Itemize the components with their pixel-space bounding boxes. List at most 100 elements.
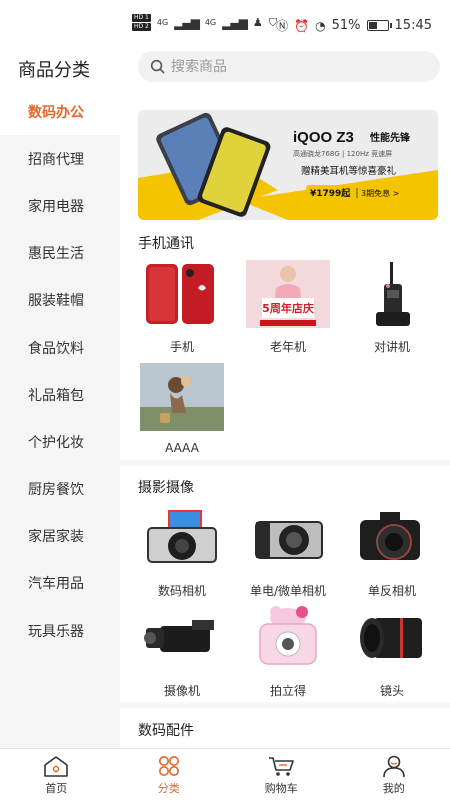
- banner-tagline: 性能先锋: [369, 131, 411, 144]
- sidebar-item-label: 玩具乐器: [28, 623, 84, 640]
- category-item-label: 数码相机: [157, 584, 206, 598]
- clock: 15:45: [394, 18, 432, 33]
- sidebar-item-label: 家用电器: [28, 198, 84, 215]
- sidebar-item-cosmetics[interactable]: 个护化妆: [0, 418, 120, 465]
- promo-banner[interactable]: iQOO Z3 性能先锋 高通骁龙768G | 120Hz 竞速屏 赠精美耳机等…: [138, 110, 438, 220]
- banner-gift: 赠精美耳机等惊喜豪礼: [301, 165, 397, 177]
- banner-price: ¥1799起: [310, 187, 351, 199]
- tab-profile[interactable]: 我的: [338, 749, 450, 800]
- category-item-label: 拍立得: [269, 684, 306, 698]
- category-item-dslr-camera[interactable]: 单反相机: [342, 504, 442, 599]
- signal-icon: ▂▄▆: [174, 15, 200, 30]
- search-bar[interactable]: [138, 51, 440, 82]
- category-item-instant-camera[interactable]: 拍立得: [238, 604, 338, 699]
- sidebar-item-label: 礼品箱包: [28, 387, 84, 404]
- sidebar-item-auto[interactable]: 汽车用品: [0, 560, 120, 607]
- tab-label: 分类: [157, 781, 180, 795]
- banner-spec: 高通骁龙768G | 120Hz 竞速屏: [293, 149, 392, 158]
- category-item-camcorder[interactable]: 摄像机: [132, 604, 232, 699]
- tab-home[interactable]: 首页: [0, 749, 113, 800]
- nfc-icon: Ⓝ: [276, 19, 289, 33]
- sidebar-item-kitchen[interactable]: 厨房餐饮: [0, 466, 120, 513]
- sidebar-item-label: 个护化妆: [28, 434, 84, 451]
- category-item-aaaa[interactable]: AAAA: [132, 363, 232, 455]
- sidebar-item-digital-office[interactable]: 数码办公: [0, 88, 120, 136]
- bottom-tab-bar: 首页 分类 购物车 我的: [0, 748, 450, 800]
- status-bar: HD 1 HD 2 4G ▂▄▆ 4G ▂▄▆ ♟ ⛉ Ⓝ ⏰ ◔ 51% 15…: [0, 0, 450, 48]
- lens-image: [360, 618, 422, 658]
- category-item-label: 手机: [169, 340, 194, 354]
- battery-fill: [368, 22, 378, 29]
- category-item-label: 镜头: [379, 684, 404, 698]
- sidebar-item-label: 服装鞋帽: [28, 293, 84, 310]
- alarm-icon: ⏰: [294, 18, 310, 33]
- wifi-icon: ◔: [315, 18, 326, 33]
- category-item-label: AAAA: [165, 441, 199, 455]
- category-item-phone[interactable]: 手机: [132, 260, 232, 355]
- sidebar-item-appliances[interactable]: 家用电器: [0, 182, 120, 229]
- tab-cart[interactable]: 购物车: [225, 749, 338, 800]
- category-item-label: 对讲机: [373, 340, 410, 354]
- sidebar-item-apparel[interactable]: 服装鞋帽: [0, 277, 120, 324]
- net2-label: 4G: [204, 18, 217, 27]
- banner-installment: 3期免息 >: [361, 188, 399, 198]
- category-item-label: 老年机: [269, 340, 306, 354]
- category-item-label: 摄像机: [163, 684, 200, 698]
- battery-percent: 51%: [331, 18, 361, 33]
- cartoon-image: [140, 363, 224, 431]
- search-icon: [150, 59, 165, 74]
- category-content: iQOO Z3 性能先锋 高通骁龙768G | 120Hz 竞速屏 赠精美耳机等…: [120, 88, 450, 748]
- signal-icon-2: ▂▄▆: [222, 15, 248, 30]
- instant-camera-image: [259, 606, 317, 665]
- network-indicators: HD 1 HD 2 4G ▂▄▆ 4G ▂▄▆ ♟ ⛉: [132, 14, 277, 31]
- section-title-accessories: 数码配件: [138, 723, 194, 739]
- header: 商品分类: [0, 48, 450, 88]
- sidebar-item-home[interactable]: 家居家装: [0, 513, 120, 560]
- category-item-senior-phone[interactable]: 5周年店庆 老年机: [238, 260, 338, 355]
- category-item-walkie-talkie[interactable]: 对讲机: [342, 260, 442, 355]
- digital-camera-image: [147, 510, 217, 563]
- banner-brand: iQOO Z3: [293, 129, 354, 146]
- tab-category[interactable]: 分类: [113, 749, 226, 800]
- home-icon: [44, 755, 69, 777]
- walkie-talkie-image: [376, 262, 410, 326]
- banner-graphic: iQOO Z3 性能先锋 高通骁龙768G | 120Hz 竞速屏 赠精美耳机等…: [138, 110, 438, 220]
- sidebar-item-gifts[interactable]: 礼品箱包: [0, 371, 120, 418]
- category-item-label: 单反相机: [367, 584, 416, 598]
- sidebar-item-label: 招商代理: [28, 151, 84, 168]
- sidebar-item-franchise[interactable]: 招商代理: [0, 135, 120, 182]
- tab-label: 购物车: [264, 781, 298, 795]
- promo-badge-text: 5周年店庆: [262, 301, 314, 315]
- sidebar-item-label: 厨房餐饮: [28, 482, 84, 499]
- net1-label: 4G: [156, 18, 169, 27]
- category-item-digital-camera[interactable]: 数码相机: [132, 504, 232, 599]
- sidebar-item-food[interactable]: 食品饮料: [0, 324, 120, 371]
- sidebar-item-label: 食品饮料: [28, 340, 84, 357]
- search-input[interactable]: [171, 58, 411, 75]
- page-title: 商品分类: [18, 60, 90, 81]
- category-icon: [158, 755, 179, 776]
- category-item-mirrorless-camera[interactable]: 单电/微单相机: [238, 504, 338, 599]
- dslr-camera-image: [360, 512, 420, 560]
- category-sidebar: 数码办公 招商代理 家用电器 惠民生活 服装鞋帽 食品饮料 礼品箱包 个护化妆 …: [0, 88, 120, 748]
- tab-label: 我的: [382, 781, 405, 795]
- profile-icon: [382, 755, 405, 777]
- qq-icon: ♟: [252, 16, 263, 29]
- sidebar-item-label: 汽车用品: [28, 576, 84, 593]
- section-divider: [120, 702, 450, 708]
- sidebar-item-label: 惠民生活: [28, 246, 84, 263]
- hd2-badge: HD 2: [132, 23, 151, 31]
- sidebar-item-toys[interactable]: 玩具乐器: [0, 607, 120, 654]
- category-item-lens[interactable]: 镜头: [342, 604, 442, 699]
- sidebar-item-label: 家居家装: [28, 529, 84, 546]
- sidebar-item-living[interactable]: 惠民生活: [0, 230, 120, 277]
- hd1-badge: HD 1: [132, 14, 151, 22]
- camcorder-image: [144, 620, 214, 652]
- system-indicators: Ⓝ ⏰ ◔ 51% 15:45: [276, 17, 432, 34]
- sidebar-item-label: 数码办公: [28, 104, 84, 121]
- section-title-photography: 摄影摄像: [138, 480, 194, 496]
- red-phones-image: [146, 264, 214, 324]
- battery-icon: [366, 20, 392, 31]
- category-item-label: 单电/微单相机: [249, 584, 327, 598]
- cart-icon: [269, 756, 295, 776]
